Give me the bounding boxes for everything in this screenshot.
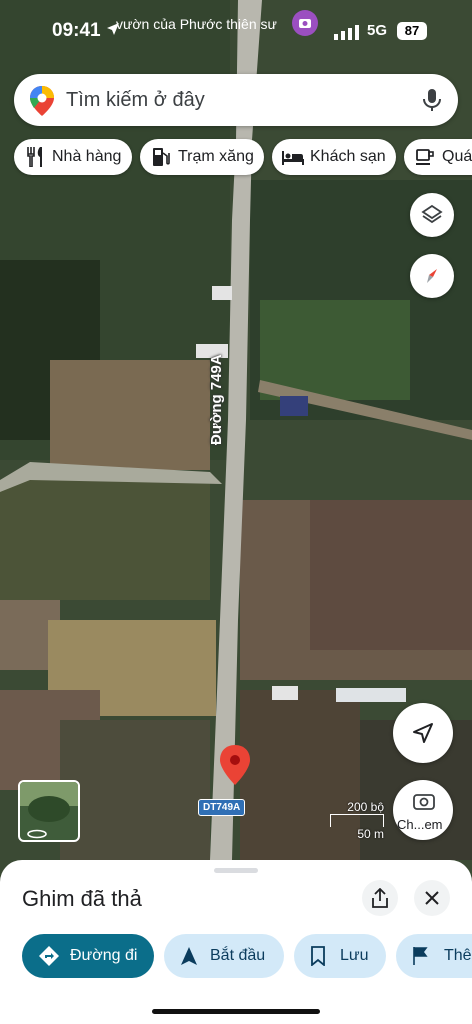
save-label: Lưu <box>340 947 369 964</box>
chip-label: Khách sạn <box>310 148 386 165</box>
chip-cafes[interactable]: Quán <box>404 139 472 175</box>
compass-button[interactable] <box>410 254 454 298</box>
directions-button[interactable]: Đường đi <box>22 934 154 978</box>
map-scale: 200 bộ 50 m <box>330 800 384 841</box>
restaurant-icon <box>24 146 46 168</box>
battery-icon: 87 <box>397 22 427 40</box>
share-icon <box>372 888 388 908</box>
chip-label: Trạm xăng <box>178 148 254 165</box>
chip-gas-stations[interactable]: Trạm xăng <box>140 139 264 175</box>
navigation-start-icon <box>180 946 198 971</box>
scale-feet: 200 bộ <box>347 800 384 814</box>
route-shield: DT749A <box>198 799 246 816</box>
microphone-icon[interactable] <box>422 88 442 117</box>
chip-hotels[interactable]: Khách sạn <box>272 139 396 175</box>
sheet-title: Ghim đã thả <box>22 886 142 911</box>
drag-handle[interactable] <box>214 868 258 873</box>
directions-icon <box>38 945 60 972</box>
save-button[interactable]: Lưu <box>294 934 386 978</box>
add-label-label: Thê <box>444 947 472 964</box>
layers-button[interactable] <box>410 193 454 237</box>
coffee-icon <box>414 146 436 168</box>
close-button[interactable] <box>414 880 450 916</box>
share-button[interactable] <box>362 880 398 916</box>
directions-label: Đường đi <box>70 947 138 964</box>
network-type: 5G <box>367 22 388 39</box>
add-label-button[interactable]: Thê <box>396 934 472 978</box>
start-label: Bắt đầu <box>210 947 266 964</box>
compass-icon <box>427 269 437 283</box>
chip-label: Nhà hàng <box>52 148 122 165</box>
rotate-360-icon <box>26 826 48 840</box>
clock: 09:41 <box>52 20 101 41</box>
place-sheet[interactable]: Ghim đã thả Đường đi Bắt đầu Lưu Thê <box>0 860 472 1024</box>
my-location-button[interactable] <box>393 703 453 763</box>
bookmark-icon <box>310 946 326 971</box>
maps-pin-logo-icon <box>30 86 54 121</box>
road-label: Đường 749A <box>208 354 225 445</box>
layers-icon <box>421 204 443 224</box>
lens-label: Ch...em <box>397 817 443 832</box>
dropped-pin-icon[interactable] <box>220 745 250 792</box>
street-view-lens-button[interactable]: Ch...em <box>393 780 453 840</box>
scale-meters: 50 m <box>357 827 384 841</box>
start-button[interactable]: Bắt đầu <box>164 934 284 978</box>
search-bar[interactable]: Tìm kiếm ở đây <box>14 74 458 126</box>
navigation-arrow-icon <box>413 723 433 743</box>
chip-restaurants[interactable]: Nhà hàng <box>14 139 132 175</box>
bed-icon <box>282 146 304 168</box>
top-place-label: vườn của Phước thiên sư <box>116 16 277 32</box>
chip-label: Quán <box>442 148 472 165</box>
camera-lens-icon <box>413 794 435 810</box>
close-icon <box>425 891 439 905</box>
search-input[interactable]: Tìm kiếm ở đây <box>66 89 205 112</box>
signal-icon <box>334 24 360 45</box>
flag-icon <box>412 946 428 971</box>
camera-icon[interactable] <box>292 10 318 36</box>
status-bar: 09:41 vườn của Phước thiên sư 5G 87 <box>0 0 472 60</box>
street-view-thumbnail[interactable] <box>18 780 80 842</box>
gas-station-icon <box>150 146 172 168</box>
home-indicator <box>152 1009 320 1014</box>
